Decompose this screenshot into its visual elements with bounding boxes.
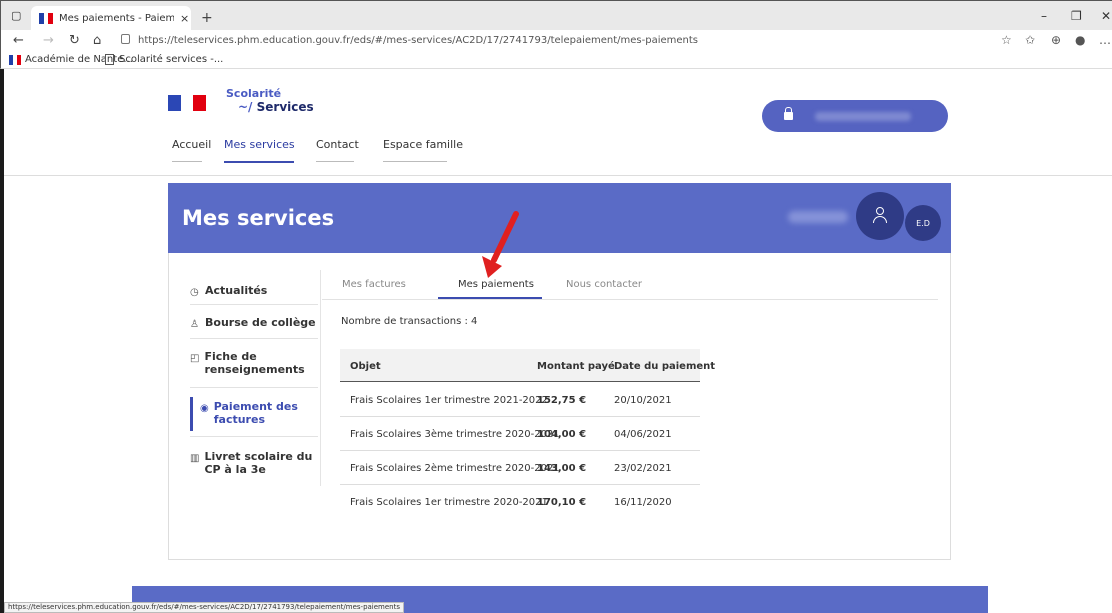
row-montant: 104,00 € xyxy=(537,429,587,440)
forward-icon[interactable]: → xyxy=(43,33,54,48)
read-aloud-icon[interactable]: ☆ xyxy=(1001,33,1012,47)
row-objet: Frais Scolaires 2ème trimestre 2020-2021 xyxy=(350,463,560,474)
col-objet: Objet xyxy=(350,361,381,372)
home-icon[interactable]: ⌂ xyxy=(93,33,101,48)
republique-flag-logo[interactable] xyxy=(168,95,207,111)
bookmarks-bar: Académie de Nante... Scolarité services … xyxy=(0,52,1112,69)
user-name-redacted xyxy=(788,211,848,223)
row-montant: 152,75 € xyxy=(537,395,587,406)
account-name-redacted xyxy=(815,111,911,121)
row-objet: Frais Scolaires 1er trimestre 2020-2021 xyxy=(350,497,548,508)
clock-icon: ◷ xyxy=(190,287,199,298)
row-date: 04/06/2021 xyxy=(614,429,672,440)
table-header: Objet Montant payé Date du paiement xyxy=(340,349,715,382)
user-initials-badge[interactable]: E.D xyxy=(905,205,941,241)
account-button[interactable] xyxy=(762,100,948,132)
page-icon xyxy=(105,54,114,65)
more-icon[interactable]: … xyxy=(1099,33,1111,47)
book-icon: ▥ xyxy=(190,453,200,464)
sidebar-item-fiche[interactable]: ◰ Fiche de renseignements xyxy=(190,350,318,376)
collections-icon[interactable]: ⊕ xyxy=(1051,33,1061,47)
nav-contact[interactable]: Contact xyxy=(316,138,359,162)
logo-line2-text: Services xyxy=(256,100,314,114)
col-montant: Montant payé xyxy=(537,361,615,372)
services-banner: Mes services E.D xyxy=(168,183,951,253)
active-tab-underline xyxy=(438,297,542,299)
menu-divider xyxy=(320,270,321,486)
user-icon xyxy=(876,207,884,215)
sidebar-item-label: Actualités xyxy=(205,284,268,297)
bookmark-label: Scolarité services -... xyxy=(119,54,224,65)
sidebar-item-label: Bourse de collège xyxy=(205,316,316,329)
logo-line2: ~/ Services xyxy=(238,100,314,114)
user-avatar-button[interactable] xyxy=(856,192,904,240)
browser-tab-active[interactable]: Mes paiements - Paiement des fac × xyxy=(31,6,191,31)
form-icon: ◰ xyxy=(190,353,200,364)
active-indicator xyxy=(190,397,193,431)
address-bar[interactable]: https://teleservices.phm.education.gouv.… xyxy=(121,34,698,46)
row-date: 16/11/2020 xyxy=(614,497,672,508)
logo-line1: Scolarité xyxy=(226,87,282,100)
table-row: Frais Scolaires 1er trimestre 2020-2021 … xyxy=(340,485,700,519)
side-divider xyxy=(190,387,318,388)
lock-icon xyxy=(784,107,793,120)
logo-swoosh-icon: ~/ xyxy=(238,100,257,114)
col-date: Date du paiement xyxy=(614,361,716,372)
close-window-icon[interactable]: ✕ xyxy=(1101,9,1111,23)
tab-close-icon[interactable]: × xyxy=(180,12,189,25)
url-text: https://teleservices.phm.education.gouv.… xyxy=(138,35,699,46)
minimize-icon[interactable]: – xyxy=(1041,9,1047,23)
transaction-count: Nombre de transactions : 4 xyxy=(341,316,478,327)
marianne-favicon-icon xyxy=(39,13,54,24)
nav-mes-services[interactable]: Mes services xyxy=(224,138,295,163)
browser-toolbar: ← → ↻ ⌂ https://teleservices.phm.educati… xyxy=(0,30,1112,52)
window-border xyxy=(0,69,4,613)
scolarite-services-logo[interactable]: Scolarité ~/ Services xyxy=(226,87,314,114)
new-tab-button[interactable]: + xyxy=(201,10,213,26)
tab-mes-factures[interactable]: Mes factures xyxy=(342,279,406,290)
header-divider xyxy=(4,175,1112,176)
side-divider xyxy=(190,338,318,339)
profile-icon[interactable]: ● xyxy=(1075,33,1085,47)
lock-icon xyxy=(121,34,130,44)
sidebar-item-label: Livret scolaire du CP à la 3e xyxy=(204,450,313,476)
sidebar-item-actualites[interactable]: ◷ Actualités xyxy=(190,284,318,298)
payment-icon: ◉ xyxy=(200,403,209,414)
tab-actions-icon[interactable]: ▢ xyxy=(11,9,25,23)
table-row: Frais Scolaires 3ème trimestre 2020-2021… xyxy=(340,417,700,451)
user-icon-body xyxy=(873,216,887,223)
payment-tabs: Mes factures Mes paiements Nous contacte… xyxy=(322,277,938,300)
sidebar-item-label: Fiche de renseignements xyxy=(204,350,305,376)
side-divider xyxy=(190,304,318,305)
red-arrow-annotation xyxy=(482,211,519,278)
table-row: Frais Scolaires 2ème trimestre 2020-2021… xyxy=(340,451,700,485)
nav-accueil[interactable]: Accueil xyxy=(172,138,211,162)
restore-icon[interactable]: ❐ xyxy=(1071,9,1082,23)
side-divider xyxy=(190,436,318,437)
table-row: Frais Scolaires 1er trimestre 2021-2022 … xyxy=(340,383,700,417)
row-objet: Frais Scolaires 1er trimestre 2021-2022 xyxy=(350,395,548,406)
sidebar-item-livret[interactable]: ▥ Livret scolaire du CP à la 3e xyxy=(190,450,318,476)
sidebar-item-bourse[interactable]: ♙ Bourse de collège xyxy=(190,316,318,330)
row-objet: Frais Scolaires 3ème trimestre 2020-2021 xyxy=(350,429,560,440)
page-title: Mes services xyxy=(182,206,335,230)
tab-mes-paiements[interactable]: Mes paiements xyxy=(458,279,534,290)
favorites-icon[interactable]: ✩ xyxy=(1025,33,1035,47)
reload-icon[interactable]: ↻ xyxy=(69,33,80,48)
row-montant: 143,00 € xyxy=(537,463,587,474)
row-date: 20/10/2021 xyxy=(614,395,672,406)
marianne-favicon-icon xyxy=(9,54,21,65)
row-montant: 170,10 € xyxy=(537,497,587,508)
sidebar-item-paiement[interactable]: ◉ Paiement des factures xyxy=(190,400,318,426)
bookmark-scolarite[interactable]: Scolarité services -... xyxy=(105,54,223,65)
row-date: 23/02/2021 xyxy=(614,463,672,474)
sidebar-item-label: Paiement des factures xyxy=(213,400,298,426)
nav-espace-famille[interactable]: Espace famille xyxy=(383,138,463,162)
tab-title: Mes paiements - Paiement des fac xyxy=(59,13,174,24)
tab-nous-contacter[interactable]: Nous contacter xyxy=(566,279,642,290)
status-bar-url: https://teleservices.phm.education.gouv.… xyxy=(4,602,405,613)
back-icon[interactable]: ← xyxy=(13,33,24,48)
graduation-icon: ♙ xyxy=(190,319,199,330)
browser-tab-bar: ▢ Mes paiements - Paiement des fac × + –… xyxy=(0,0,1112,31)
